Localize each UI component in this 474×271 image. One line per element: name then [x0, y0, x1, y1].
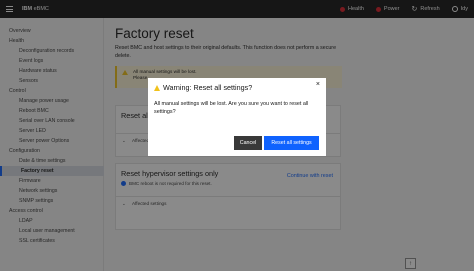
- modal-title: Warning: Reset all settings?: [154, 83, 252, 92]
- reset-confirm-dialog: Warning: Reset all settings? × All manua…: [148, 78, 326, 156]
- warning-icon: [154, 84, 160, 91]
- modal-body: All manual settings will be lost. Are yo…: [154, 101, 309, 116]
- reset-all-settings-button[interactable]: Reset all settings: [264, 136, 319, 150]
- close-icon[interactable]: ×: [316, 81, 320, 88]
- modal-title-text: Warning: Reset all settings?: [163, 83, 253, 92]
- cancel-button[interactable]: Cancel: [234, 136, 262, 150]
